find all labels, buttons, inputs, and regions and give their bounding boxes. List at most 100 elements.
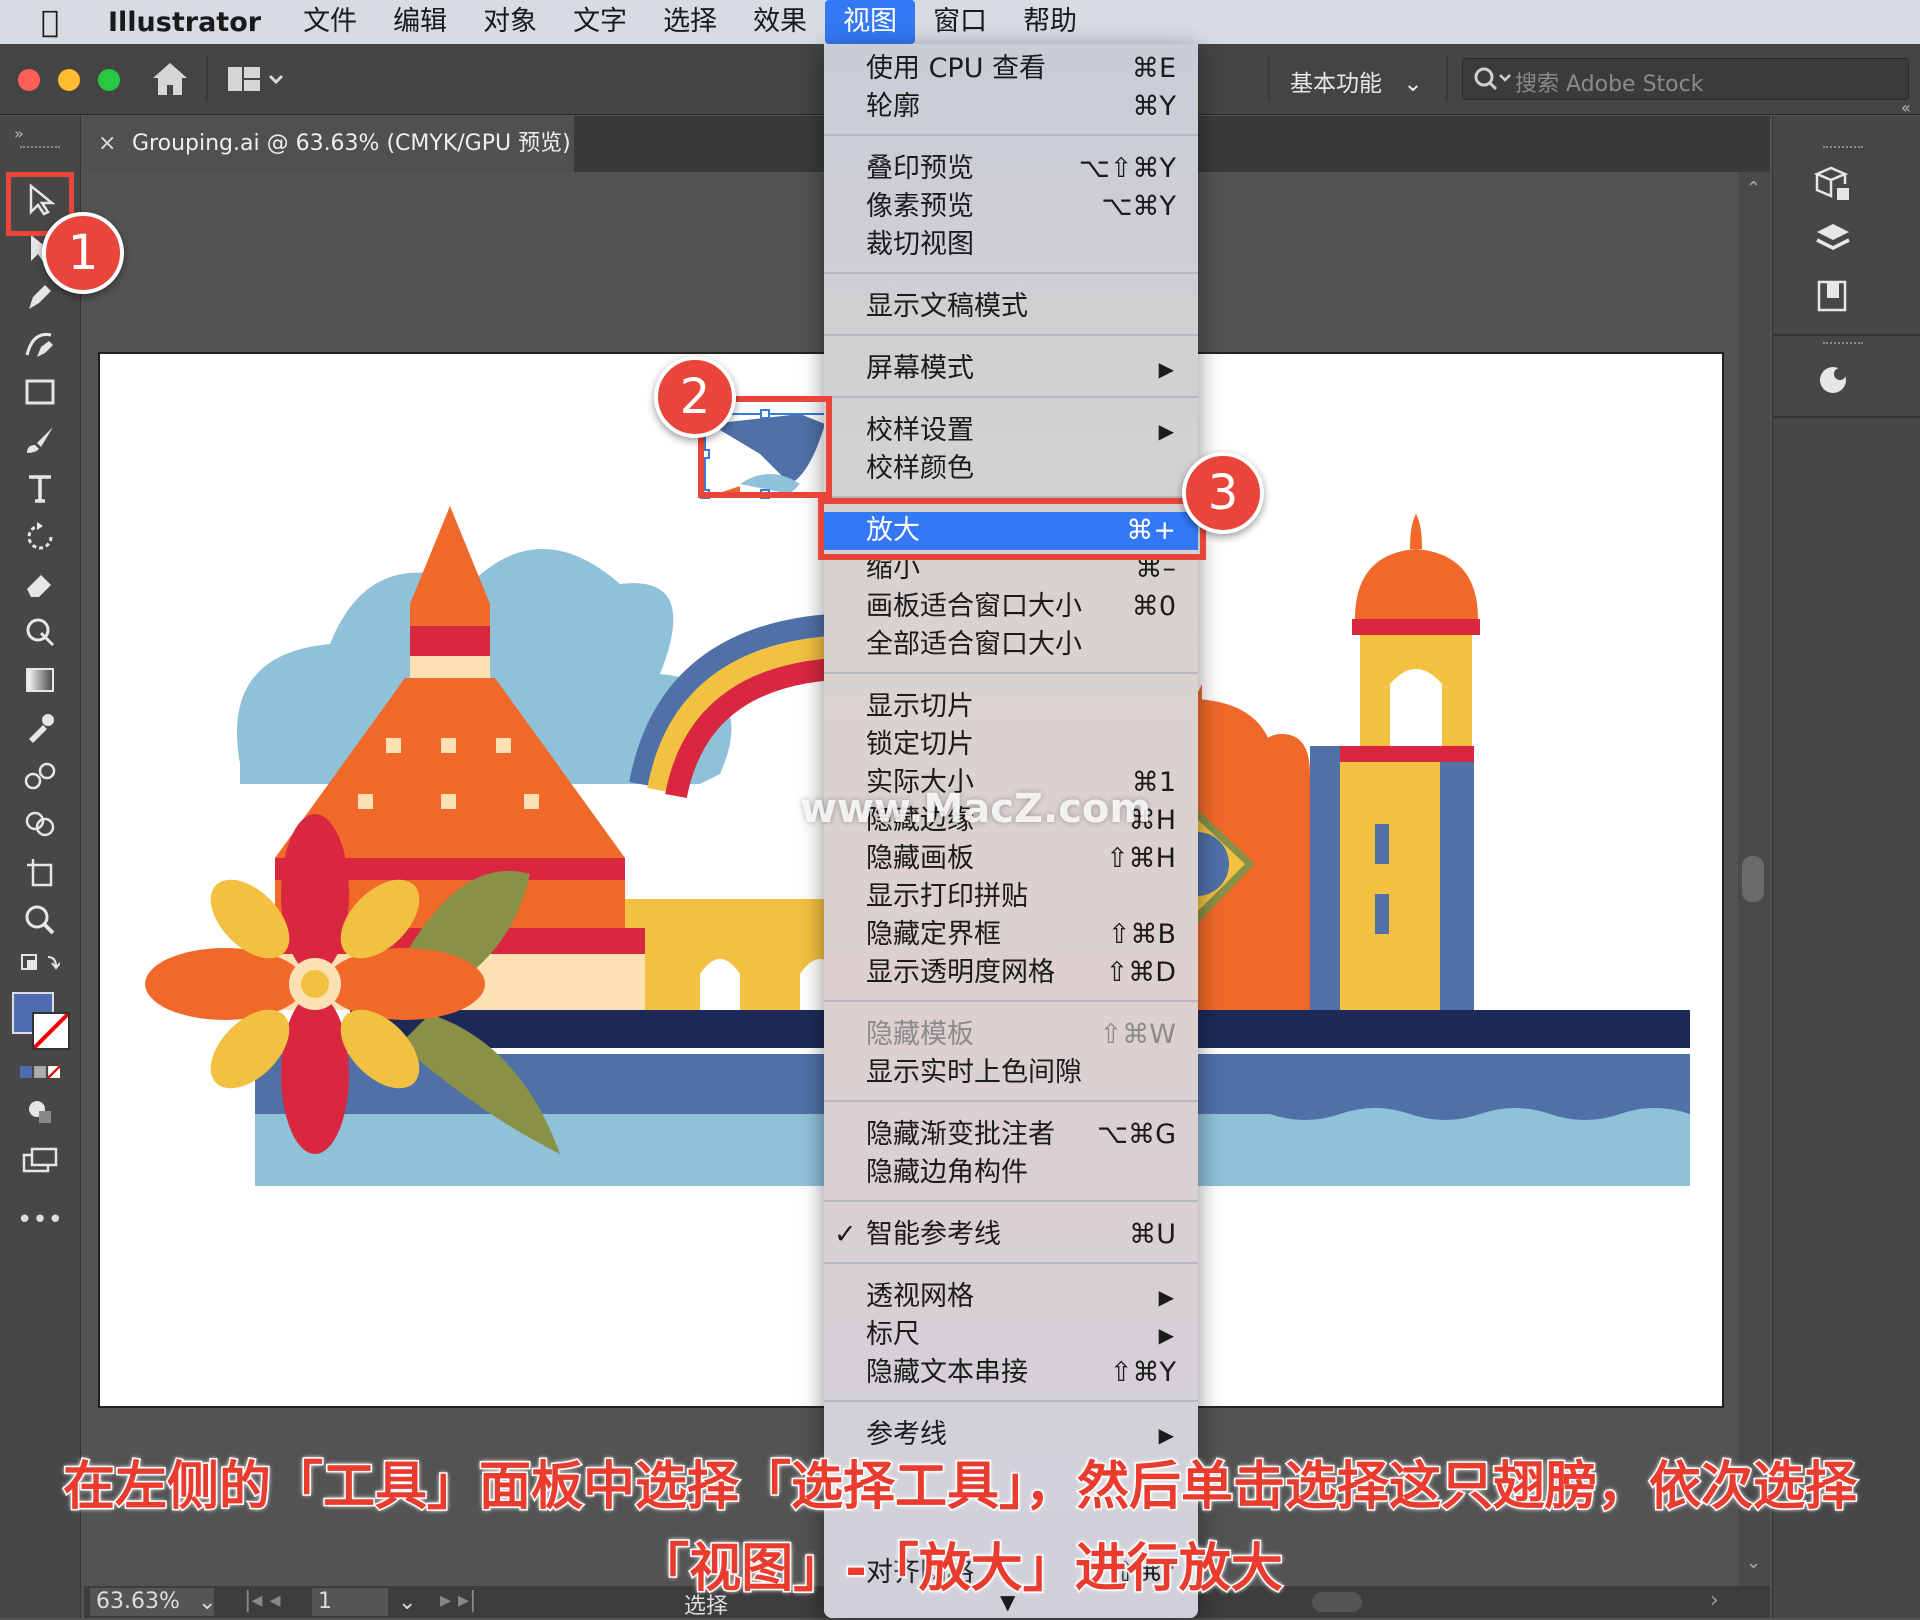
menu-separator [824,672,1198,674]
rotate-tool[interactable] [20,516,60,556]
zoom-icon [25,905,55,935]
collapse-panel-icon[interactable]: » [14,124,24,143]
draw-mode-icon [29,1101,51,1123]
width-tool-icon [26,618,55,647]
menu-item-show-transparency-grid[interactable]: 显示透明度网格 ⇧⌘D [824,954,1198,992]
minimize-window-button[interactable] [58,69,80,91]
step-badge-2: 2 [654,356,736,438]
menu-type[interactable]: 文字 [555,0,645,44]
menu-item-overprint-preview[interactable]: 叠印预览 ⌥⇧⌘Y [824,150,1198,188]
menu-item-outline[interactable]: 轮廓 ⌘Y [824,88,1198,126]
menu-help[interactable]: 帮助 [1005,0,1095,44]
scroll-up-icon[interactable]: ⌃ [1746,178,1761,199]
menu-select[interactable]: 选择 [645,0,735,44]
menu-separator [824,1000,1198,1002]
type-tool[interactable] [20,468,60,508]
workspace-label: 基本功能 [1290,71,1382,97]
drawing-mode-button[interactable] [20,1092,60,1132]
panel-grip[interactable] [1823,342,1863,350]
step-badge-1: 1 [42,212,124,294]
submenu-arrow-icon: ▶ [1158,419,1174,443]
menu-item-hide-corner-widget[interactable]: 隐藏边角构件 [824,1154,1198,1192]
swap-fill-stroke[interactable] [20,946,60,986]
menu-window[interactable]: 窗口 [915,0,1005,44]
blend-tool[interactable] [20,756,60,796]
menu-item-hide-template[interactable]: 隐藏模板 ⇧⌘W [824,1016,1198,1054]
rectangle-icon [25,379,55,405]
checkmark-icon: ✓ [834,1219,857,1250]
menu-edit[interactable]: 编辑 [375,0,465,44]
workspace-switcher[interactable]: 基本功能 ⌄ [1290,64,1423,98]
expand-panels-icon[interactable]: « [1901,98,1911,117]
zoom-window-button[interactable] [98,69,120,91]
menu-item-smart-guides[interactable]: ✓ 智能参考线 ⌘U [824,1216,1198,1254]
home-icon[interactable] [150,60,190,98]
menu-view[interactable]: 视图 [825,0,916,44]
pen-icon [29,285,51,309]
adobe-stock-search[interactable]: 搜索 Adobe Stock [1462,58,1909,100]
arrange-documents-icon[interactable] [226,64,286,94]
eraser-icon [27,575,51,597]
menu-item-trim-view[interactable]: 裁切视图 [824,226,1198,264]
edit-toolbar-icon[interactable]: ••• [17,1200,63,1240]
artboards-panel-icon[interactable] [1813,276,1853,316]
eraser-tool[interactable] [20,564,60,604]
artboard-tool[interactable] [20,852,60,892]
layers-icon[interactable] [1813,220,1853,260]
document-tab[interactable]: × Grouping.ai @ 63.63% (CMYK/GPU 预览) [84,116,574,172]
app-menu-illustrator[interactable]: Illustrator [108,7,261,38]
gradient-tool[interactable] [20,660,60,700]
curvature-tool[interactable] [20,324,60,364]
close-window-button[interactable] [18,69,40,91]
menu-object[interactable]: 对象 [465,0,555,44]
menu-item-show-slices[interactable]: 显示切片 [824,688,1198,726]
document-tab-title: Grouping.ai @ 63.63% (CMYK/GPU 预览) [132,131,571,156]
rectangle-tool[interactable] [20,372,60,412]
menu-item-hide-artboards[interactable]: 隐藏画板 ⇧⌘H [824,840,1198,878]
menu-separator [824,1400,1198,1402]
menu-item-proof-setup[interactable]: 校样设置 ▶ [824,412,1198,450]
vertical-scroll-thumb[interactable] [1742,856,1764,902]
macos-menu-bar:  Illustrator 文件 编辑 对象 文字 选择 效果 视图 窗口 帮助 [0,0,1920,44]
panel-grip[interactable] [20,146,60,154]
paintbrush-tool[interactable] [20,420,60,460]
menu-item-lock-slices[interactable]: 锁定切片 [824,726,1198,764]
menu-separator [824,1262,1198,1264]
screen-mode-button[interactable] [20,1140,60,1180]
menu-item-hide-bounding-box[interactable]: 隐藏定界框 ⇧⌘B [824,916,1198,954]
menu-item-fit-all[interactable]: 全部适合窗口大小 [824,626,1198,664]
menu-separator [824,396,1198,398]
panel-grip[interactable] [1823,146,1863,154]
menu-item-show-print-tiling[interactable]: 显示打印拼贴 [824,878,1198,916]
menu-item-show-live-paint-gaps[interactable]: 显示实时上色间隙 [824,1054,1198,1092]
close-tab-icon[interactable]: × [98,116,116,172]
menu-effect[interactable]: 效果 [735,0,825,44]
menu-item-proof-colors[interactable]: 校样颜色 [824,450,1198,488]
menu-item-hide-text-threads[interactable]: 隐藏文本串接 ⇧⌘Y [824,1354,1198,1392]
submenu-arrow-icon: ▶ [1158,1323,1174,1347]
menu-item-hide-gradient-annotator[interactable]: 隐藏渐变批注者 ⌥⌘G [824,1116,1198,1154]
shape-builder-tool[interactable] [20,804,60,844]
type-icon [29,475,51,503]
menu-separator [824,134,1198,136]
menu-item-presentation-mode[interactable]: 显示文稿模式 [824,288,1198,326]
menu-item-rulers[interactable]: 标尺 ▶ [824,1316,1198,1354]
appearance-icon[interactable] [1813,360,1853,400]
menu-item-fit-artboard[interactable]: 画板适合窗口大小 ⌘0 [824,588,1198,626]
watermark: www.MacZ.com [800,786,1152,832]
menu-file[interactable]: 文件 [285,0,375,44]
curvature-icon [25,332,53,357]
menu-item-cpu-view[interactable]: 使用 CPU 查看 ⌘E [824,50,1198,88]
libraries-icon[interactable] [1813,164,1853,204]
screen-mode-icon [22,1147,58,1173]
menu-item-perspective-grid[interactable]: 透视网格 ▶ [824,1278,1198,1316]
menu-item-screen-mode[interactable]: 屏幕模式 ▶ [824,350,1198,388]
eyedropper-tool[interactable] [20,708,60,748]
zoom-tool[interactable] [20,900,60,940]
tools-panel: » ••• [0,116,81,1618]
color-mode-buttons[interactable] [20,1052,60,1092]
apple-logo-icon[interactable]:  [20,5,80,40]
width-tool[interactable] [20,612,60,652]
menu-item-pixel-preview[interactable]: 像素预览 ⌥⌘Y [824,188,1198,226]
stroke-color-swatch[interactable] [32,1012,70,1050]
